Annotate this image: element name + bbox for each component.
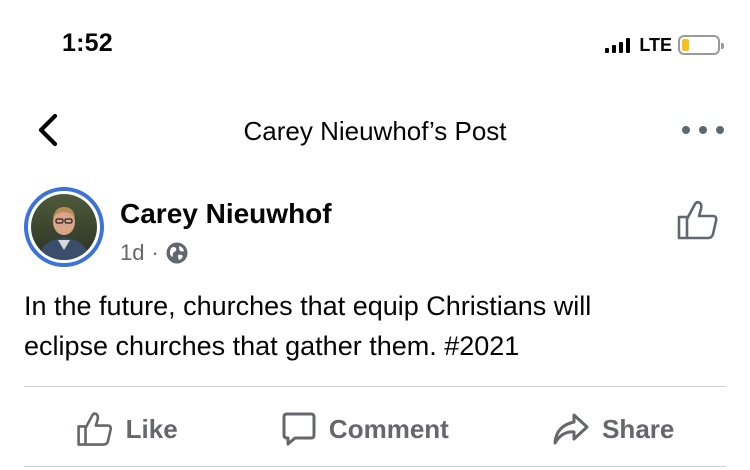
post-meta: 1d · <box>120 240 188 266</box>
network-label: LTE <box>639 34 672 55</box>
thumbs-up-icon <box>76 412 112 446</box>
action-bar: Like Comment Share <box>24 404 726 454</box>
post-time[interactable]: 1d <box>120 240 144 266</box>
signal-icon <box>605 37 631 53</box>
status-indicators: LTE <box>605 33 724 57</box>
quick-like-button[interactable] <box>676 198 720 242</box>
avatar-photo <box>31 194 97 260</box>
comment-bubble-icon <box>282 412 316 446</box>
divider <box>24 466 726 467</box>
share-label: Share <box>602 413 675 444</box>
post-text-line: In the future, churches that equip Chris… <box>24 291 592 321</box>
more-button[interactable] <box>682 119 724 141</box>
meta-separator: · <box>151 240 159 265</box>
post-text-line: eclipse churches that gather them. #2021 <box>24 331 520 361</box>
comment-button[interactable]: Comment <box>281 411 449 447</box>
author-name[interactable]: Carey Nieuwhof <box>120 198 332 230</box>
post-text: In the future, churches that equip Chris… <box>24 286 724 366</box>
battery-level <box>682 39 690 51</box>
thumbs-up-icon <box>677 200 718 240</box>
battery-icon <box>678 35 724 55</box>
page-title: Carey Nieuwhof’s Post <box>243 116 507 146</box>
share-button[interactable]: Share <box>552 412 674 446</box>
divider <box>24 386 726 387</box>
globe-icon <box>166 242 188 264</box>
share-arrow-icon <box>553 413 589 445</box>
author-avatar[interactable] <box>24 187 104 267</box>
like-button[interactable]: Like <box>76 410 178 448</box>
comment-label: Comment <box>328 413 449 444</box>
like-label: Like <box>125 413 178 444</box>
status-time: 1:52 <box>62 29 113 57</box>
more-dots-icon <box>682 126 690 134</box>
